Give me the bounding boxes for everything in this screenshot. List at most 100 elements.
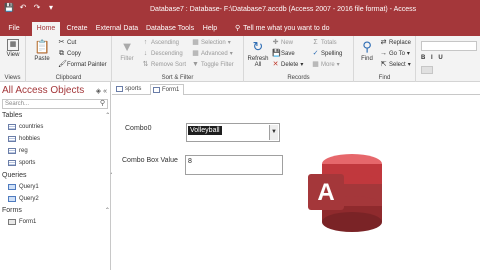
selection-label: Selection xyxy=(201,39,226,46)
nav-item-label: Query2 xyxy=(19,196,39,202)
select-button[interactable]: ⇱ Select ▾ xyxy=(380,61,411,68)
nav-section-tables[interactable]: Tables ⌃ xyxy=(2,112,110,119)
clipboard-group: 📋 Paste ✂ Cut ⧉ Copy 🖌 Format Painter Clipb… xyxy=(26,36,112,82)
new-record-button[interactable]: ✚ New xyxy=(272,39,293,46)
font-color-button[interactable] xyxy=(421,66,433,74)
tab-create[interactable]: Create xyxy=(64,22,90,36)
tell-me-box[interactable]: ⚲ Tell me what you want to do xyxy=(235,22,330,36)
toggle-filter-button[interactable]: ▼ Toggle Filter xyxy=(192,61,234,68)
font-name-field[interactable] xyxy=(421,41,477,51)
paste-icon: 📋 xyxy=(34,39,51,54)
refresh-all-button[interactable]: ↻ Refresh All xyxy=(247,39,269,68)
combo0-combobox[interactable]: Volleyball ▼ xyxy=(186,123,280,142)
tab-external-data[interactable]: External Data xyxy=(94,22,140,36)
nav-item-query2[interactable]: Query2 xyxy=(8,196,39,202)
find-icon: ⚲ xyxy=(362,39,372,54)
remove-sort-label: Remove Sort xyxy=(151,61,187,68)
totals-button[interactable]: Σ Totals xyxy=(312,39,337,46)
chevron-down-icon: ▾ xyxy=(336,62,340,68)
new-record-icon: ✚ xyxy=(272,39,279,46)
nav-search-placeholder: Search... xyxy=(5,101,30,107)
ascending-button[interactable]: ↑ Ascending xyxy=(142,39,179,46)
table-icon xyxy=(8,148,16,154)
toggle-filter-icon: ▼ xyxy=(192,61,199,68)
nav-item-label: countries xyxy=(19,124,44,130)
spelling-icon: ✓ xyxy=(312,50,319,57)
save-icon: 💾 xyxy=(272,50,281,57)
format-painter-icon: 🖌 xyxy=(58,61,67,68)
more-icon: ▦ xyxy=(312,61,319,68)
chevron-down-icon: ▾ xyxy=(300,62,304,68)
remove-sort-icon: ⇅ xyxy=(142,61,149,68)
sort-filter-group: ▼ Filter ↑ Ascending ↓ Descending ⇅ Remove … xyxy=(112,36,244,82)
nav-menu-icon[interactable]: ◈ xyxy=(96,88,101,95)
advanced-button[interactable]: ▦ Advanced ▾ xyxy=(192,50,233,57)
copy-button[interactable]: ⧉ Copy xyxy=(58,50,81,57)
delete-record-button[interactable]: ✕ Delete ▾ xyxy=(272,61,304,68)
find-label: Find xyxy=(361,56,373,62)
more-button[interactable]: ▦ More ▾ xyxy=(312,61,340,68)
tab-file[interactable]: File xyxy=(2,22,26,36)
nav-header[interactable]: All Access Objects xyxy=(2,85,84,96)
filter-icon: ▼ xyxy=(120,39,134,54)
nav-section-forms[interactable]: Forms ⌃ xyxy=(2,207,110,214)
save-label: Save xyxy=(281,50,295,57)
save-icon[interactable]: 💾 xyxy=(4,3,14,13)
undo-icon[interactable]: ↶ xyxy=(18,3,28,13)
text-format-buttons[interactable]: B I U xyxy=(421,55,445,61)
spelling-button[interactable]: ✓ Spelling xyxy=(312,50,343,57)
combo-box-value-label: Combo Box Value xyxy=(122,157,178,164)
descending-button[interactable]: ↓ Descending xyxy=(142,50,183,57)
tab-help[interactable]: Help xyxy=(200,22,220,36)
paste-button[interactable]: 📋 Paste xyxy=(31,39,53,62)
delete-label: Delete xyxy=(281,61,299,68)
nav-section-queries[interactable]: Queries ⌃ xyxy=(2,172,115,179)
totals-label: Totals xyxy=(321,39,337,46)
nav-item-hobbies[interactable]: hobbies xyxy=(8,136,40,142)
replace-button[interactable]: ⇄ Replace xyxy=(380,39,411,46)
nav-item-form1[interactable]: Form1 xyxy=(8,219,36,225)
new-label: New xyxy=(281,39,294,46)
refresh-all-label: All xyxy=(254,62,262,68)
table-icon xyxy=(8,124,16,130)
shutter-bar-close-icon[interactable]: « xyxy=(103,88,107,95)
view-button[interactable]: ▦ View xyxy=(3,39,23,58)
form-icon xyxy=(8,219,16,225)
goto-button[interactable]: → Go To ▾ xyxy=(380,50,410,57)
advanced-filter-icon: ▦ xyxy=(192,50,199,57)
nav-item-label: reg xyxy=(19,148,28,154)
chevron-down-icon: ▾ xyxy=(229,51,233,57)
filter-button[interactable]: ▼ Filter xyxy=(116,39,138,62)
views-group-label: Views xyxy=(4,75,21,81)
cut-button[interactable]: ✂ Cut xyxy=(58,39,77,46)
doc-tab-sports[interactable]: sports xyxy=(114,84,148,95)
nav-item-countries[interactable]: countries xyxy=(8,124,43,130)
svg-text:A: A xyxy=(317,179,334,206)
format-painter-button[interactable]: 🖌 Format Painter xyxy=(58,61,107,68)
tab-database-tools[interactable]: Database Tools xyxy=(144,22,196,36)
document-tabs: sports Form1 xyxy=(112,82,480,95)
table-icon xyxy=(8,160,16,166)
chevron-down-icon[interactable]: ▼ xyxy=(269,125,278,140)
find-button[interactable]: ⚲ Find xyxy=(357,39,377,62)
view-label: View xyxy=(6,52,20,58)
selection-button[interactable]: ▦ Selection ▾ xyxy=(192,39,231,46)
combo-box-value-field[interactable]: 8 xyxy=(185,155,283,175)
customize-icon[interactable]: ▾ xyxy=(46,3,56,13)
views-group: ▦ View Views xyxy=(0,36,26,82)
copy-icon: ⧉ xyxy=(59,50,64,57)
more-label: More xyxy=(321,61,335,68)
remove-sort-button[interactable]: ⇅ Remove Sort xyxy=(142,61,186,68)
doc-tab-form1[interactable]: Form1 xyxy=(150,84,184,95)
nav-search-input[interactable]: Search... ⚲ xyxy=(2,99,108,109)
save-record-button[interactable]: 💾 Save xyxy=(272,50,295,57)
tab-home[interactable]: Home xyxy=(32,22,60,36)
combo0-value[interactable]: Volleyball xyxy=(188,126,222,135)
nav-item-sports[interactable]: sports xyxy=(8,160,35,166)
redo-icon[interactable]: ↷ xyxy=(32,3,42,13)
chevron-down-icon: ▾ xyxy=(227,40,231,46)
nav-item-reg[interactable]: reg xyxy=(8,148,28,154)
nav-item-label: Form1 xyxy=(19,219,37,225)
nav-item-query1[interactable]: Query1 xyxy=(8,184,39,190)
descending-label: Descending xyxy=(151,50,183,57)
